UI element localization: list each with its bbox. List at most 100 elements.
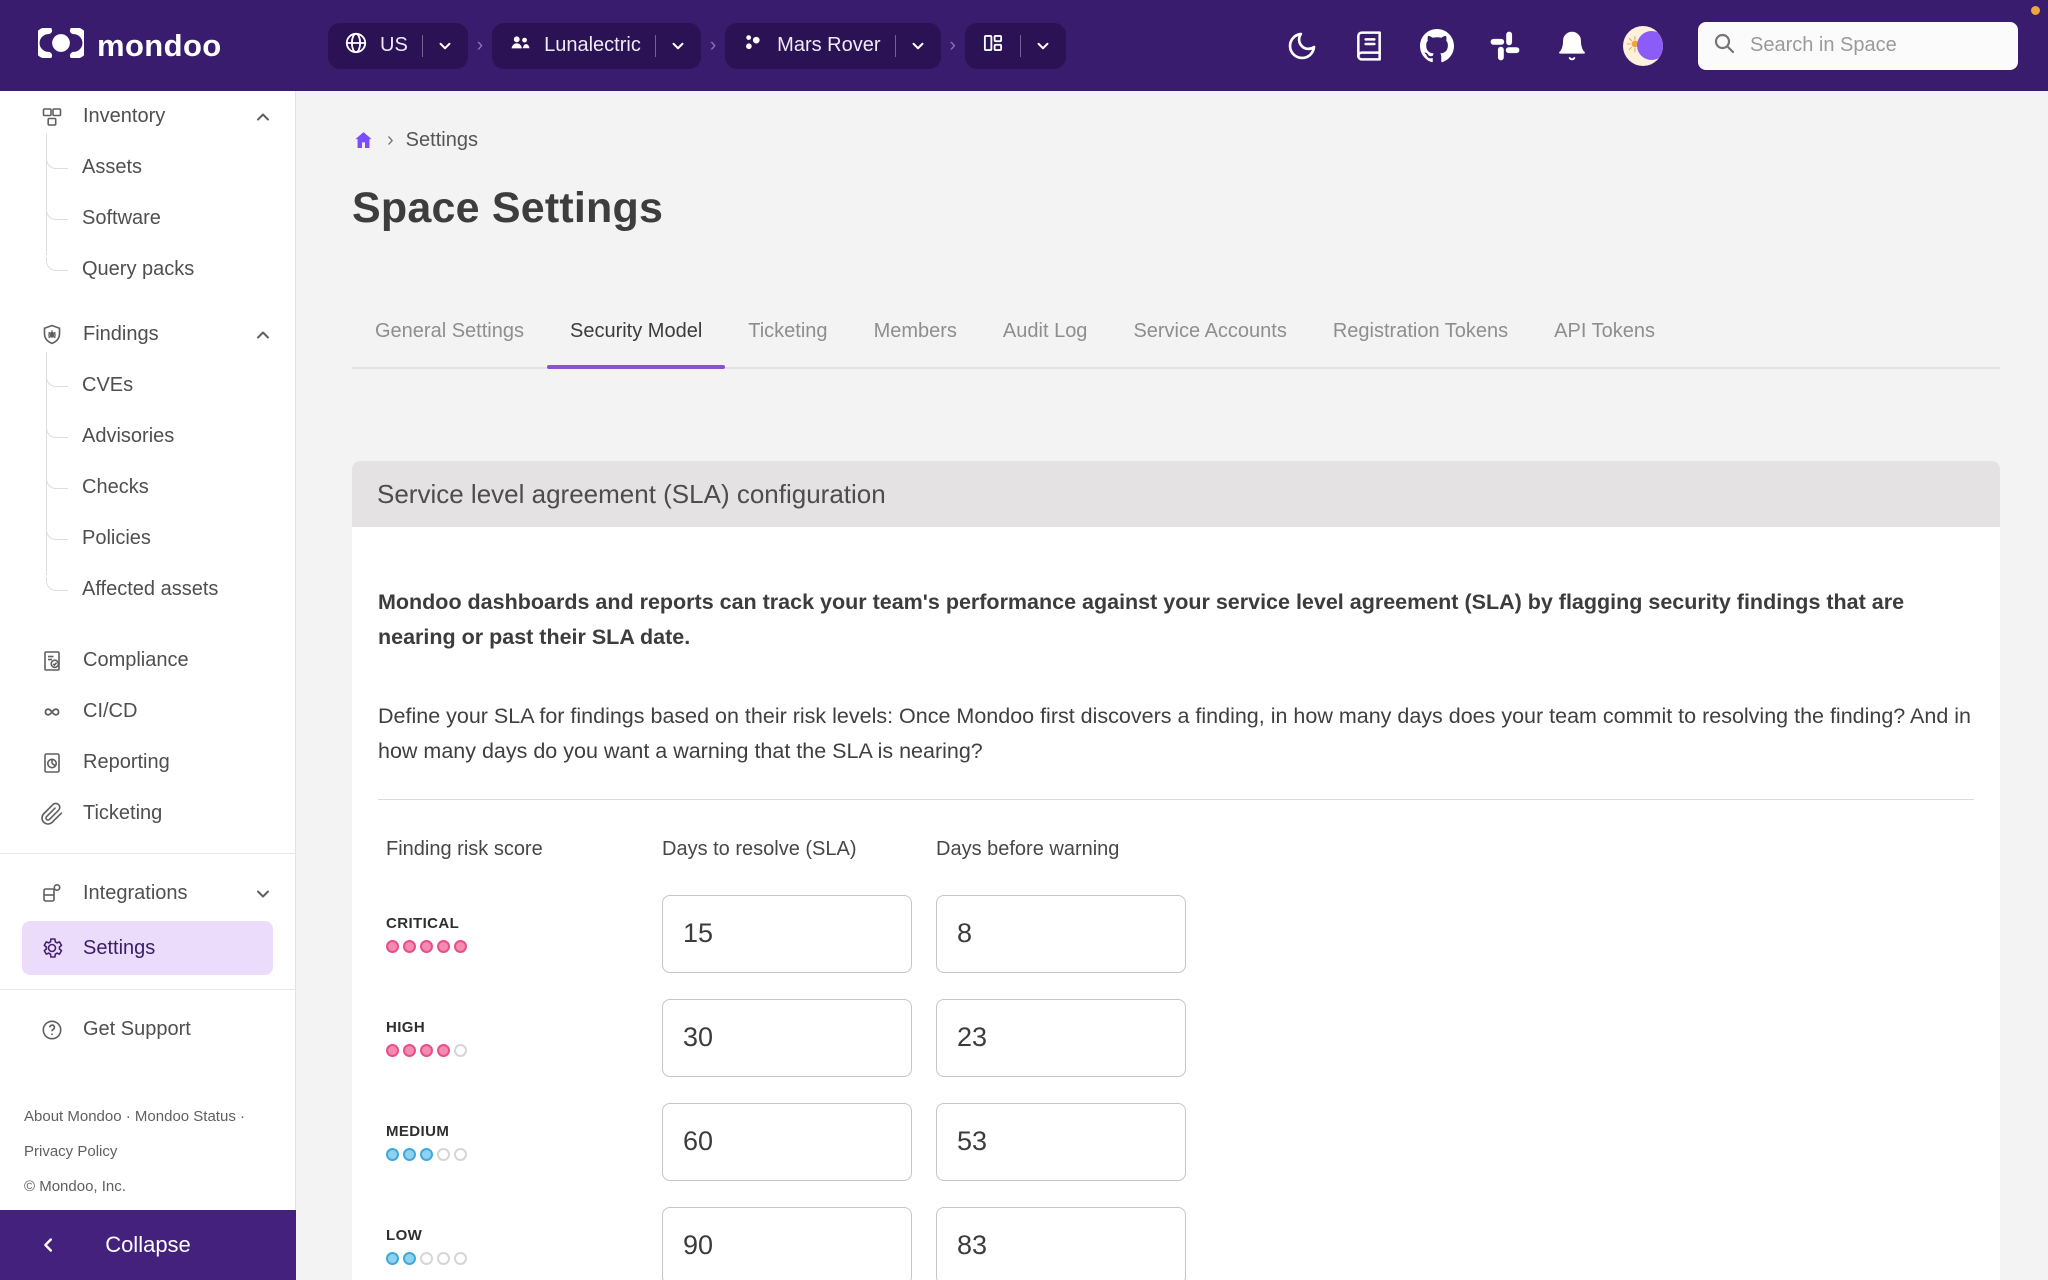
sidebar-subitem-label: Checks bbox=[82, 476, 149, 499]
slack-icon[interactable] bbox=[1489, 30, 1521, 62]
severity-cell: CRITICAL bbox=[386, 915, 662, 953]
planet-shape bbox=[1637, 31, 1663, 60]
severity-dot bbox=[386, 1252, 399, 1265]
tab-members[interactable]: Members bbox=[851, 319, 980, 367]
dark-mode-moon-icon[interactable] bbox=[1286, 30, 1318, 62]
severity-label-high: HIGH bbox=[386, 1019, 662, 1036]
sidebar-item-label: Inventory bbox=[83, 105, 165, 128]
region-label: US bbox=[380, 34, 408, 57]
sidebar-item-cicd[interactable]: CI/CD bbox=[0, 686, 295, 737]
severity-dot bbox=[437, 1044, 450, 1057]
user-avatar[interactable]: ☀ bbox=[1623, 26, 1663, 66]
space-picker[interactable]: Mars Rover bbox=[725, 23, 940, 69]
chevron-down-icon[interactable] bbox=[663, 37, 693, 55]
sidebar-item-label: Findings bbox=[83, 323, 159, 346]
high-days-to-resolve-input[interactable] bbox=[662, 999, 912, 1077]
search-box[interactable] bbox=[1698, 22, 2018, 70]
sla-intro-text: Define your SLA for findings based on th… bbox=[378, 699, 1974, 769]
sla-row-critical: CRITICAL bbox=[386, 895, 1974, 973]
sidebar-item-software[interactable]: Software bbox=[0, 193, 295, 244]
sidebar-item-integrations[interactable]: Integrations bbox=[0, 868, 295, 919]
chevron-up-icon[interactable] bbox=[253, 325, 273, 345]
brand-name: mondoo bbox=[97, 28, 222, 64]
mondoo-status-link[interactable]: Mondoo Status bbox=[135, 1108, 236, 1125]
inventory-subtree: Assets Software Query packs bbox=[0, 142, 295, 295]
severity-dots bbox=[386, 1252, 662, 1265]
globe-icon bbox=[343, 30, 369, 62]
sidebar-item-inventory[interactable]: Inventory bbox=[0, 91, 295, 142]
organization-picker[interactable]: Lunalectric bbox=[492, 23, 701, 69]
github-icon[interactable] bbox=[1420, 29, 1454, 63]
sidebar-item-cves[interactable]: CVEs bbox=[0, 360, 295, 411]
sidebar-item-get-support[interactable]: Get Support bbox=[0, 1004, 295, 1055]
sidebar-item-label: Settings bbox=[83, 937, 155, 960]
severity-dot bbox=[454, 1148, 467, 1161]
docs-book-icon[interactable] bbox=[1353, 30, 1385, 62]
tab-api-tokens[interactable]: API Tokens bbox=[1531, 319, 1678, 367]
layout-icon bbox=[980, 30, 1006, 62]
tab-security-model[interactable]: Security Model bbox=[547, 319, 725, 367]
privacy-policy-link[interactable]: Privacy Policy bbox=[24, 1134, 295, 1169]
pill-divider bbox=[1020, 35, 1021, 57]
medium-days-to-resolve-input[interactable] bbox=[662, 1103, 912, 1181]
mondoo-logo[interactable]: mondoo bbox=[0, 28, 296, 64]
sidebar-item-findings[interactable]: Findings bbox=[0, 309, 295, 360]
sidebar-item-compliance[interactable]: Compliance bbox=[0, 635, 295, 686]
sidebar-item-affected-assets[interactable]: Affected assets bbox=[0, 564, 295, 615]
high-days-before-warning-input[interactable] bbox=[936, 999, 1186, 1077]
notifications-bell-icon[interactable] bbox=[1556, 30, 1588, 62]
home-icon[interactable] bbox=[352, 129, 375, 152]
chevron-down-icon[interactable] bbox=[430, 37, 460, 55]
sidebar-item-assets[interactable]: Assets bbox=[0, 142, 295, 193]
chevron-up-icon[interactable] bbox=[253, 107, 273, 127]
tab-registration-tokens[interactable]: Registration Tokens bbox=[1310, 319, 1531, 367]
critical-days-to-resolve-input[interactable] bbox=[662, 895, 912, 973]
chevron-down-icon[interactable] bbox=[1028, 37, 1058, 55]
severity-dot bbox=[386, 940, 399, 953]
collapse-label: Collapse bbox=[105, 1232, 191, 1258]
warning-cell bbox=[936, 895, 1974, 973]
sidebar-item-settings[interactable]: Settings bbox=[22, 921, 273, 975]
severity-dot bbox=[437, 1148, 450, 1161]
sidebar-subitem-label: Software bbox=[82, 207, 161, 230]
severity-cell: LOW bbox=[386, 1227, 662, 1265]
breadcrumb: › Settings bbox=[352, 127, 2000, 153]
organization-icon bbox=[507, 30, 533, 62]
severity-dot bbox=[386, 1148, 399, 1161]
medium-days-before-warning-input[interactable] bbox=[936, 1103, 1186, 1181]
breadcrumb-item-settings[interactable]: Settings bbox=[406, 129, 478, 152]
severity-dot bbox=[403, 1148, 416, 1161]
picker-separator: › bbox=[477, 35, 483, 57]
tab-ticketing[interactable]: Ticketing bbox=[725, 319, 850, 367]
sidebar-item-advisories[interactable]: Advisories bbox=[0, 411, 295, 462]
page-title: Space Settings bbox=[352, 183, 2000, 233]
sidebar-item-policies[interactable]: Policies bbox=[0, 513, 295, 564]
search-input[interactable] bbox=[1748, 33, 2004, 58]
sidebar-item-query-packs[interactable]: Query packs bbox=[0, 244, 295, 295]
about-mondoo-link[interactable]: About Mondoo bbox=[24, 1108, 122, 1125]
region-picker[interactable]: US bbox=[328, 23, 468, 69]
integrations-icon bbox=[40, 882, 64, 906]
sidebar-item-ticketing[interactable]: Ticketing bbox=[0, 788, 295, 839]
inventory-icon bbox=[40, 105, 64, 129]
dashboard-picker[interactable] bbox=[965, 23, 1066, 69]
low-days-to-resolve-input[interactable] bbox=[662, 1207, 912, 1280]
severity-dot bbox=[420, 1148, 433, 1161]
picker-separator: › bbox=[710, 35, 716, 57]
severity-dot bbox=[454, 1252, 467, 1265]
critical-days-before-warning-input[interactable] bbox=[936, 895, 1186, 973]
chevron-down-icon[interactable] bbox=[253, 884, 273, 904]
tab-service-accounts[interactable]: Service Accounts bbox=[1110, 319, 1309, 367]
severity-dot bbox=[386, 1044, 399, 1057]
mondoo-console: mondoo US › Lunalectric bbox=[0, 0, 2048, 1280]
severity-dot bbox=[454, 1044, 467, 1057]
low-days-before-warning-input[interactable] bbox=[936, 1207, 1186, 1280]
tab-audit-log[interactable]: Audit Log bbox=[980, 319, 1111, 367]
sidebar-collapse-button[interactable]: Collapse bbox=[0, 1210, 296, 1280]
tab-general-settings[interactable]: General Settings bbox=[352, 319, 547, 367]
sidebar-item-checks[interactable]: Checks bbox=[0, 462, 295, 513]
sla-intro-bold: Mondoo dashboards and reports can track … bbox=[378, 585, 1974, 655]
pill-divider bbox=[895, 35, 896, 57]
sidebar-item-reporting[interactable]: Reporting bbox=[0, 737, 295, 788]
chevron-down-icon[interactable] bbox=[903, 37, 933, 55]
